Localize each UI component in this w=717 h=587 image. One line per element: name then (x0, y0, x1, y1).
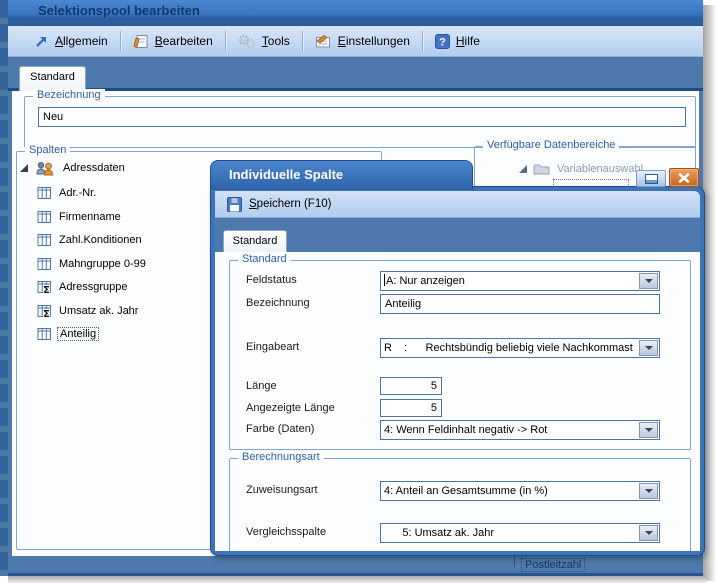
chevron-down-icon (645, 428, 653, 432)
toolbar-separator (422, 31, 423, 51)
table-column-sum-icon: Σ (37, 280, 52, 294)
svg-text:Σ: Σ (43, 309, 50, 318)
save-button[interactable]: Speichern (F10) (249, 198, 331, 210)
tab-standard-main[interactable]: Standard (19, 66, 86, 91)
restore-icon (645, 174, 658, 184)
users-icon (34, 161, 56, 176)
bezeichnung-input[interactable]: Neu (38, 107, 686, 127)
farbe-combobox[interactable]: 4: Wenn Feldinhalt negativ -> Rot (380, 420, 660, 440)
group-datenbereiche-label: Verfügbare Datenbereiche (483, 139, 619, 151)
expander-expanded-icon[interactable] (19, 163, 29, 173)
toolbar-separator (120, 31, 121, 51)
toolbar-separator (302, 31, 303, 51)
dialog-titlebar[interactable]: Individuelle Spalte (210, 160, 473, 190)
expander-expanded-icon[interactable] (518, 164, 528, 174)
farbe-label: Farbe (Daten) (246, 423, 314, 435)
tree-node-adressdaten[interactable]: Adressdaten (19, 160, 127, 176)
tree-item[interactable]: Σ Adressgruppe (37, 279, 130, 295)
tree-item[interactable]: Mahngruppe 0-99 (37, 256, 148, 272)
main-toolbar: Allgemein Bearbeiten (8, 26, 703, 57)
chevron-down-icon (645, 279, 653, 283)
dropdown-button[interactable] (639, 483, 658, 499)
close-button[interactable] (669, 168, 699, 187)
dropdown-button[interactable] (639, 340, 658, 356)
chevron-down-icon (645, 531, 653, 535)
toolbar-separator (225, 31, 226, 51)
toolbar-item-bearbeiten[interactable]: Bearbeiten (125, 31, 221, 52)
table-column-icon (37, 186, 52, 200)
dialog-tabstrip: Standard (215, 218, 700, 252)
toolbar-item-tools[interactable]: Tools (230, 31, 298, 52)
angezeigte-laenge-input[interactable]: 5 (380, 399, 442, 417)
eingabeart-combobox[interactable]: R : Rechtsbündig beliebig viele Nachkomm… (380, 338, 660, 358)
dialog-group-berechnungsart: Berechnungsart Zuweisungsart 4: Anteil a… (229, 458, 691, 551)
table-column-icon (37, 233, 52, 247)
dropdown-button[interactable] (639, 525, 658, 541)
background-window-sliver (0, 0, 8, 576)
tree-item[interactable]: Adr.-Nr. (37, 185, 98, 201)
eingabeart-label: Eingabeart (246, 341, 299, 353)
table-column-icon (37, 210, 52, 224)
close-icon (678, 173, 690, 183)
angezeigte-laenge-label: Angezeigte Länge (246, 402, 335, 414)
tree-connector-line (514, 556, 516, 567)
help-icon: ? (435, 34, 450, 49)
edit-note-icon (133, 34, 149, 49)
screen: Selektionspool bearbeiten Allgemein Bear… (0, 0, 717, 587)
dropdown-button[interactable] (639, 422, 658, 438)
laenge-label: Länge (246, 380, 277, 392)
tab-standard-dialog[interactable]: Standard (223, 230, 287, 252)
vergleichsspalte-combobox[interactable]: 5: Umsatz ak. Jahr (380, 523, 660, 543)
bezeichnung-field-label: Bezeichnung (246, 297, 310, 309)
tree-item[interactable]: Σ Umsatz ak. Jahr (37, 303, 140, 319)
arrow-up-right-icon (34, 34, 49, 49)
svg-text:?: ? (439, 36, 446, 48)
dialog-title: Individuelle Spalte (229, 167, 343, 182)
toolbar-item-allgemein[interactable]: Allgemein (26, 31, 116, 52)
main-window-bottom-edge (8, 556, 703, 576)
table-column-sum-icon: Σ (37, 304, 52, 318)
window-shadow (8, 576, 707, 583)
zuweisungsart-label: Zuweisungsart (246, 484, 318, 496)
chevron-down-icon (645, 346, 653, 350)
main-titlebar[interactable]: Selektionspool bearbeiten (8, 0, 703, 26)
dropdown-button[interactable] (639, 273, 658, 289)
main-window-title: Selektionspool bearbeiten (38, 3, 200, 18)
main-tabstrip (8, 58, 703, 91)
dialog-tab-page: Standard Feldstatus A: Nur anzeigen Beze… (215, 252, 700, 551)
dialog-group-standard: Standard Feldstatus A: Nur anzeigen Beze… (229, 260, 691, 450)
dialog-window: Speichern (F10) Standard Standard Feldst… (210, 186, 705, 556)
table-column-icon (37, 327, 52, 341)
table-column-icon (37, 257, 52, 271)
group-spalten-label: Spalten (25, 144, 70, 156)
settings-form-icon (315, 34, 332, 48)
folder-icon (533, 163, 550, 175)
tree-node-variablenauswahl[interactable]: Variablenauswahl (518, 161, 645, 177)
tree-item[interactable]: Firmenname (37, 209, 123, 225)
text-caret (384, 274, 385, 286)
dialog-group-standard-label: Standard (238, 253, 291, 265)
laenge-input[interactable]: 5 (380, 377, 442, 395)
feldstatus-combobox[interactable]: A: Nur anzeigen (380, 271, 660, 291)
group-bezeichnung-label: Bezeichnung (33, 89, 105, 101)
bezeichnung-field-input[interactable]: Anteilig (380, 294, 660, 314)
vergleichsspalte-label: Vergleichsspalte (246, 526, 326, 538)
toolbar-item-einstellungen[interactable]: Einstellungen (307, 31, 418, 51)
tree-node-label[interactable]: Adressdaten (61, 162, 127, 174)
gears-icon (238, 34, 256, 49)
floppy-disk-icon (227, 197, 242, 212)
zuweisungsart-combobox[interactable]: 4: Anteil an Gesamtsumme (in %) (380, 481, 660, 501)
tree-item-selected[interactable]: Anteilig (37, 326, 99, 342)
toolbar-item-hilfe[interactable]: ? Hilfe (427, 31, 488, 52)
dialog-toolbar: Speichern (F10) (215, 191, 700, 218)
feldstatus-label: Feldstatus (246, 274, 297, 286)
tree-item[interactable]: Zahl.Konditionen (37, 232, 144, 248)
tree-item-postleitzahl[interactable]: Postleitzahl (521, 558, 585, 572)
chevron-down-icon (645, 489, 653, 493)
svg-text:Σ: Σ (43, 285, 50, 294)
restore-window-button[interactable] (636, 170, 666, 187)
dialog-group-berechnungsart-label: Berechnungsart (238, 451, 324, 463)
